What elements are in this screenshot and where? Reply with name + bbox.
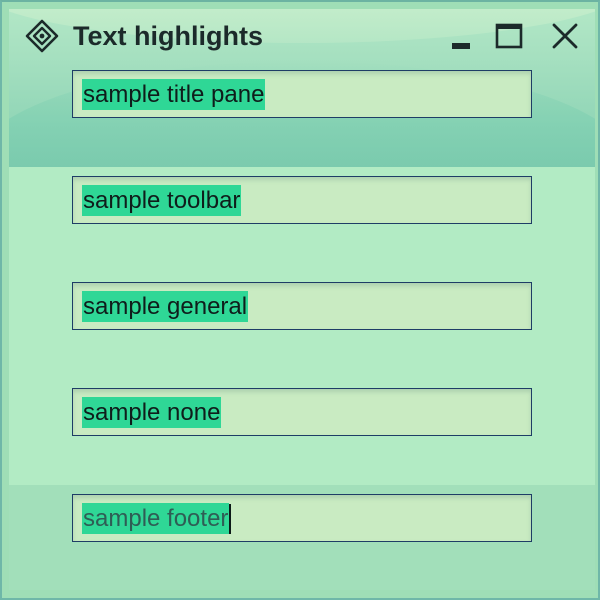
- diamond-crosshair-icon: [25, 19, 59, 53]
- footer-text-field[interactable]: sample footer: [72, 494, 532, 542]
- field-text: sample title pane: [82, 79, 266, 110]
- none-text-field[interactable]: sample none: [72, 388, 532, 436]
- general-text-field[interactable]: sample general: [72, 282, 532, 330]
- title-bar[interactable]: Text highlights: [9, 9, 595, 61]
- window: Text highlights sample title pane sample…: [0, 0, 600, 600]
- maximize-icon[interactable]: [493, 21, 525, 53]
- close-icon[interactable]: [549, 21, 581, 53]
- field-text: sample general: [82, 291, 249, 322]
- minimize-icon[interactable]: [445, 21, 477, 53]
- field-text: sample footer: [82, 503, 230, 534]
- text-caret: [229, 504, 231, 534]
- window-title: Text highlights: [73, 21, 263, 51]
- toolbar-text-field[interactable]: sample toolbar: [72, 176, 532, 224]
- field-text: sample none: [82, 397, 222, 428]
- title-pane-text-field[interactable]: sample title pane: [72, 70, 532, 118]
- field-text: sample toolbar: [82, 185, 242, 216]
